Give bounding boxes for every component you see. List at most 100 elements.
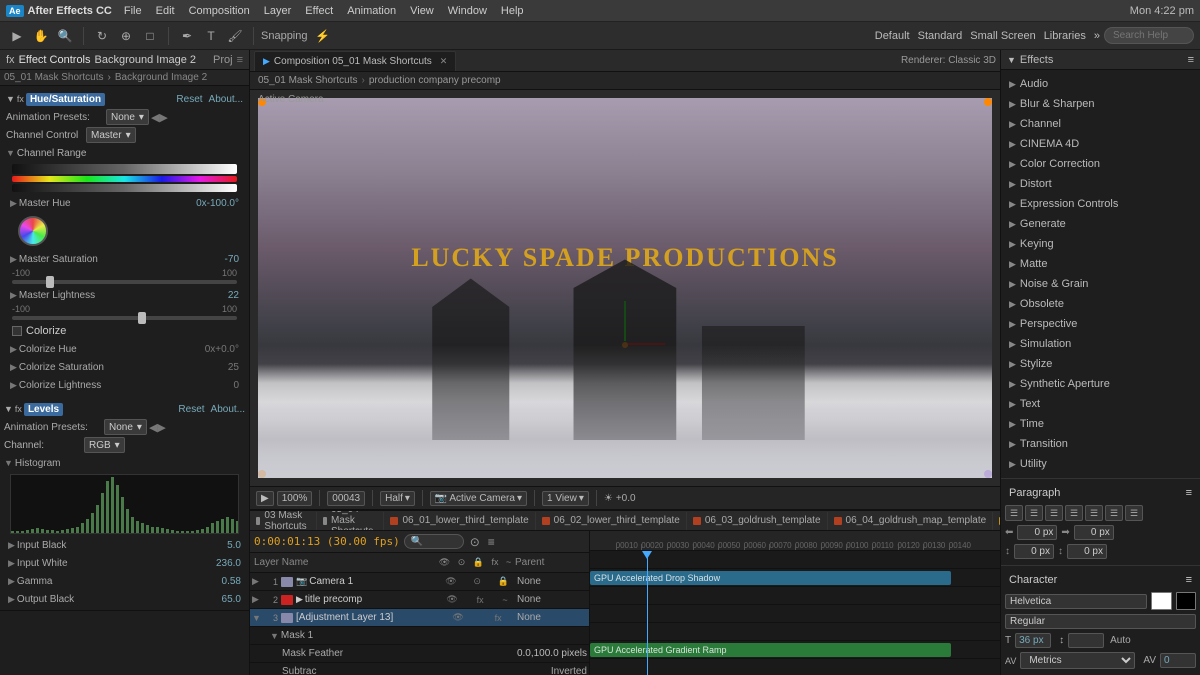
workspace-libraries[interactable]: Libraries [1044,30,1086,42]
col-hue-expand[interactable]: ▶ [10,344,17,355]
tl-tab-0504[interactable]: 05_04 Mask Shortcuts [317,512,384,530]
master-sat-value[interactable]: -70 [189,254,239,265]
levels-channel-dropdown[interactable]: RGB ▾ [84,437,125,453]
tl-layer-3[interactable]: ▼ 3 [Adjustment Layer 13] 👁 fx None [250,609,589,627]
layer2-expand[interactable]: ▶ [252,594,264,605]
effect-simulation[interactable]: ▶ Simulation [1001,334,1200,354]
tl-tab-0601[interactable]: 06_01_lower_third_template [384,512,535,530]
indent-input-4[interactable] [1067,544,1107,559]
input-white-expand[interactable]: ▶ [8,558,15,569]
workspace-small-screen[interactable]: Small Screen [970,30,1035,42]
effect-stylize[interactable]: ▶ Stylize [1001,354,1200,374]
layer2-name[interactable]: title precomp [305,594,437,605]
master-hue-expand[interactable]: ▶ [10,198,17,209]
effect-transition[interactable]: ▶ Transition [1001,434,1200,454]
effect-obsolete[interactable]: ▶ Obsolete [1001,294,1200,314]
shape-tool[interactable]: □ [139,25,161,47]
align-left[interactable]: ☰ [1005,505,1023,521]
l1-eye[interactable]: 👁 [445,576,456,587]
indent-input-1[interactable] [1017,525,1057,540]
font-style-input[interactable] [1005,614,1196,629]
effect-synthetic[interactable]: ▶ Synthetic Aperture [1001,374,1200,394]
effect-breadcrumb-comp[interactable]: 05_01 Mask Shortcuts [4,72,104,83]
snapping-toggle[interactable]: ⚡ [312,25,334,47]
tl-options-btn[interactable]: ≡ [486,533,497,551]
effect-matte[interactable]: ▶ Matte [1001,254,1200,274]
effect-blur[interactable]: ▶ Blur & Sharpen [1001,94,1200,114]
breadcrumb-item-2[interactable]: production company precomp [369,75,501,86]
brush-tool[interactable]: 🖌 [224,25,246,47]
align-justify[interactable]: ☰ [1065,505,1083,521]
levels-reset[interactable]: Reset [178,404,204,415]
l2-fx[interactable]: fx [477,595,484,605]
menu-animation[interactable]: Animation [347,5,396,17]
channel-control-dropdown[interactable]: Master ▾ [86,127,136,143]
mask-feather-value[interactable]: 0.0,100.0 pixels [517,648,587,659]
tl-tab-03[interactable]: 03 Mask Shortcuts [250,512,317,530]
levels-anim-left[interactable]: ◀ [149,421,157,434]
rotation-tool[interactable]: ↻ [91,25,113,47]
kern-dropdown[interactable]: Metrics Optical [1020,652,1135,669]
menu-help[interactable]: Help [501,5,524,17]
effect-utility[interactable]: ▶ Utility [1001,454,1200,474]
align-right[interactable]: ☰ [1045,505,1063,521]
anchor-tool[interactable]: ⊕ [115,25,137,47]
text-color-swatch[interactable] [1151,592,1172,610]
tl-search[interactable] [404,534,464,549]
effect-keying[interactable]: ▶ Keying [1001,234,1200,254]
effect-cinema4d[interactable]: ▶ CINEMA 4D [1001,134,1200,154]
exposure-value[interactable]: +0.0 [616,493,636,504]
menu-view[interactable]: View [410,5,434,17]
paragraph-menu[interactable]: ≡ [1186,487,1192,499]
effect-perspective[interactable]: ▶ Perspective [1001,314,1200,334]
track-bar-grad-ramp[interactable]: GPU Accelerated Gradient Ramp [590,643,951,657]
zoom-ctrl[interactable]: 100% [277,491,313,506]
gamma-expand[interactable]: ▶ [8,576,15,587]
col-light-expand[interactable]: ▶ [10,380,17,391]
effect-distort[interactable]: ▶ Distort [1001,174,1200,194]
stroke-color-swatch[interactable] [1176,592,1197,610]
effect-expression[interactable]: ▶ Expression Controls [1001,194,1200,214]
light-slider[interactable] [12,316,237,320]
master-light-value[interactable]: 22 [189,290,239,301]
tl-layer-2[interactable]: ▶ 2 ▶ title precomp 👁 fx ~ None [250,591,589,609]
align-r3[interactable]: ☰ [1125,505,1143,521]
levels-anim-right[interactable]: ▶ [157,421,165,434]
hue-wheel[interactable] [18,216,48,246]
comp-tab-close[interactable]: ✕ [440,56,448,67]
layer1-name[interactable]: Camera 1 [309,576,437,587]
tl-solo-btn[interactable]: ⊙ [468,533,482,551]
effect-breadcrumb-layer[interactable]: Background Image 2 [115,72,207,83]
levels-about[interactable]: About... [211,404,245,415]
hue-sat-anim-dropdown[interactable]: None ▾ [106,109,149,125]
menu-edit[interactable]: Edit [156,5,175,17]
output-black-expand[interactable]: ▶ [8,594,15,605]
tl-tab-0604[interactable]: 06_04_goldrush_map_template [828,512,994,530]
align-center[interactable]: ☰ [1025,505,1043,521]
tl-layer-1[interactable]: ▶ 1 📷 Camera 1 👁 ⊙ 🔒 None [250,573,589,591]
menu-composition[interactable]: Composition [189,5,250,17]
colorize-light-value[interactable]: 0 [189,380,239,391]
effect-color-correction[interactable]: ▶ Color Correction [1001,154,1200,174]
tl-tab-0603[interactable]: 06_03_goldrush_template [687,512,828,530]
effect-controls-tab[interactable]: Effect Controls [19,54,91,66]
l3-eye[interactable]: 👁 [452,612,463,623]
zoom-tool[interactable]: 🔍 [54,25,76,47]
project-btn[interactable]: Proj [213,54,233,66]
sat-slider-thumb[interactable] [46,276,54,288]
master-sat-expand[interactable]: ▶ [10,254,17,265]
effect-channel[interactable]: ▶ Channel [1001,114,1200,134]
channel-range-expand[interactable]: ▼ [6,148,15,158]
l1-solo[interactable]: ⊙ [473,576,481,587]
colorize-hue-value[interactable]: 0x+0.0° [189,344,239,355]
indent-input-3[interactable] [1014,544,1054,559]
sat-slider[interactable] [12,280,237,284]
menu-layer[interactable]: Layer [264,5,292,17]
layer1-expand[interactable]: ▶ [252,576,264,587]
quality-dropdown[interactable]: Half ▾ [380,491,415,506]
levels-title[interactable]: Levels [24,403,63,416]
hue-sat-anim-left[interactable]: ◀ [151,111,159,124]
menu-effect[interactable]: Effect [305,5,333,17]
effect-time[interactable]: ▶ Time [1001,414,1200,434]
layer3-parent[interactable]: None [517,612,587,623]
